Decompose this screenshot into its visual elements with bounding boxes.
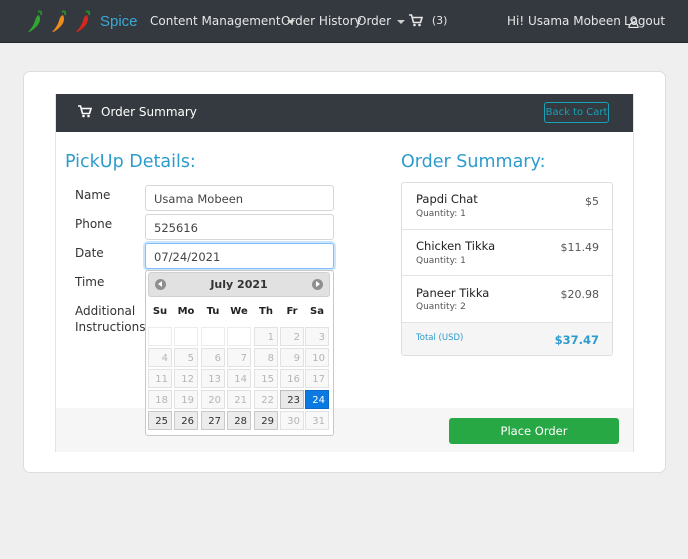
calendar-day: 31 xyxy=(305,411,329,430)
weekday-header: Fr xyxy=(286,306,298,317)
item-price: $11.49 xyxy=(560,241,600,254)
calendar-day: 8 xyxy=(254,348,278,367)
total-value: $37.47 xyxy=(554,333,599,347)
name-label: Name xyxy=(75,188,111,202)
calendar-day: 17 xyxy=(305,369,329,388)
navbar: Spice Content Management Order History O… xyxy=(0,0,688,43)
calendar-day[interactable]: 27 xyxy=(201,411,225,430)
calendar-day: 11 xyxy=(148,369,172,388)
calendar-day[interactable]: 28 xyxy=(227,411,251,430)
calendar-day: 2 xyxy=(280,327,304,346)
name-input[interactable]: Usama Mobeen xyxy=(145,185,334,211)
calendar-empty-cell xyxy=(148,327,172,346)
cart-count: (3) xyxy=(431,14,448,27)
calendar-day[interactable]: 23 xyxy=(280,390,304,409)
calendar-day: 18 xyxy=(148,390,172,409)
item-quantity: Quantity: 1 xyxy=(416,256,466,266)
datepicker-month-title: July 2021 xyxy=(210,278,268,291)
cart-icon xyxy=(78,105,92,118)
cart-icon xyxy=(409,14,424,27)
nav-content-management-label: Content Management xyxy=(150,14,281,28)
nav-order[interactable]: Order xyxy=(357,14,406,28)
date-label: Date xyxy=(75,246,104,260)
calendar-day: 7 xyxy=(227,348,251,367)
calendar-day: 3 xyxy=(305,327,329,346)
calendar-day: 20 xyxy=(201,390,225,409)
calendar-day: 16 xyxy=(280,369,304,388)
nav-order-history[interactable]: Order History xyxy=(281,14,362,28)
item-price: $20.98 xyxy=(560,288,600,301)
logout-link[interactable]: Logout xyxy=(624,14,665,28)
panel-title: Order Summary xyxy=(101,105,197,119)
calendar-day: 14 xyxy=(227,369,251,388)
calendar-day: 1 xyxy=(254,327,278,346)
chili-pepper-icon xyxy=(52,10,67,32)
calendar-day: 5 xyxy=(174,348,198,367)
phone-input[interactable]: 525616 xyxy=(145,214,334,240)
calendar-day: 10 xyxy=(305,348,329,367)
calendar-day[interactable]: 26 xyxy=(174,411,198,430)
item-name: Chicken Tikka xyxy=(416,239,496,253)
weekday-header: Mo xyxy=(177,306,195,317)
calendar-empty-cell xyxy=(201,327,225,346)
calendar-day[interactable]: 25 xyxy=(148,411,172,430)
total-label: Total (USD) xyxy=(416,333,464,343)
calendar-day[interactable]: 29 xyxy=(254,411,278,430)
date-input[interactable]: 07/24/2021 xyxy=(145,243,334,269)
calendar-day: 4 xyxy=(148,348,172,367)
brand[interactable]: Spice xyxy=(24,8,138,34)
weekday-header: We xyxy=(230,306,248,317)
calendar-day: 21 xyxy=(227,390,251,409)
pickup-heading: PickUp Details: xyxy=(65,152,196,172)
calendar-day: 30 xyxy=(280,411,304,430)
item-name: Paneer Tikka xyxy=(416,286,490,300)
calendar-day: 6 xyxy=(201,348,225,367)
caret-down-icon xyxy=(397,19,406,24)
item-name: Papdi Chat xyxy=(416,192,478,206)
user-greeting: Hi! Usama Mobeen xyxy=(507,14,621,28)
divider xyxy=(402,229,612,230)
divider xyxy=(402,275,612,276)
item-price: $5 xyxy=(585,195,599,208)
calendar-day[interactable]: 24 xyxy=(305,390,329,409)
summary-heading: Order Summary: xyxy=(401,152,546,172)
instructions-label-line1: Additional xyxy=(75,304,136,318)
weekday-header: Su xyxy=(152,306,168,317)
chili-pepper-icon xyxy=(28,10,43,32)
weekday-header: Sa xyxy=(310,306,324,317)
nav-cart[interactable]: (3) xyxy=(409,13,447,27)
brand-name[interactable]: Spice xyxy=(100,13,138,30)
nav-order-label: Order xyxy=(357,14,392,28)
instructions-label-line2: Instructions: xyxy=(75,320,150,334)
time-label: Time xyxy=(75,275,105,289)
item-quantity: Quantity: 2 xyxy=(416,302,466,312)
next-month-icon[interactable] xyxy=(312,279,323,290)
calendar-day: 22 xyxy=(254,390,278,409)
calendar-empty-cell xyxy=(174,327,198,346)
calendar-day: 15 xyxy=(254,369,278,388)
place-order-button[interactable]: Place Order xyxy=(449,418,619,444)
weekday-header: Tu xyxy=(206,306,220,317)
chili-pepper-icon xyxy=(76,10,91,32)
calendar-empty-cell xyxy=(227,327,251,346)
calendar-day: 19 xyxy=(174,390,198,409)
weekday-header: Th xyxy=(259,306,273,317)
phone-label: Phone xyxy=(75,217,113,231)
nav-content-management[interactable]: Content Management xyxy=(150,14,295,28)
calendar-day: 13 xyxy=(201,369,225,388)
calendar-day: 12 xyxy=(174,369,198,388)
nav-user[interactable]: Hi! Usama Mobeen xyxy=(507,14,639,28)
item-quantity: Quantity: 1 xyxy=(416,209,466,219)
back-to-cart-button[interactable]: Back to Cart xyxy=(544,102,609,123)
calendar-day: 9 xyxy=(280,348,304,367)
